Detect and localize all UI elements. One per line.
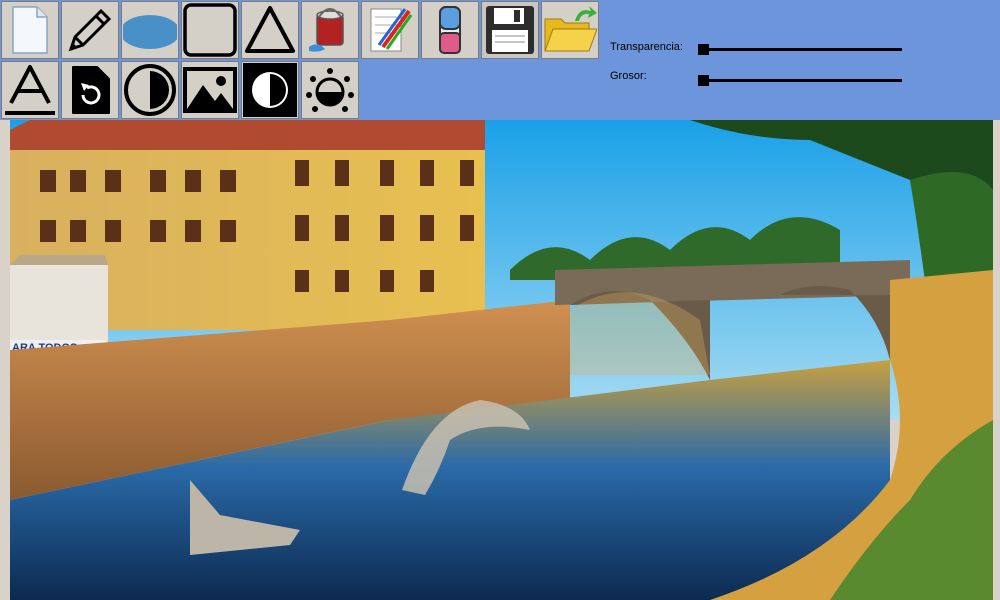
thickness-slider[interactable] xyxy=(698,73,904,87)
rotate-icon xyxy=(72,66,110,114)
text-icon xyxy=(5,65,55,115)
paint-bucket-icon xyxy=(309,8,344,52)
transparency-label: Transparencia: xyxy=(610,41,683,53)
pencil-button[interactable] xyxy=(61,1,119,59)
transparency-slider-knob[interactable] xyxy=(698,44,709,55)
contrast-icon xyxy=(124,64,176,116)
image-button[interactable] xyxy=(181,61,239,119)
thickness-label: Grosor: xyxy=(610,70,647,82)
open-folder-button[interactable] xyxy=(541,1,599,59)
drawing-canvas[interactable]: ARA TODOS xyxy=(0,120,1000,600)
invert-icon xyxy=(243,63,297,117)
image-icon xyxy=(183,67,237,113)
text-button[interactable] xyxy=(1,61,59,119)
eraser-button[interactable] xyxy=(421,1,479,59)
transparency-slider[interactable] xyxy=(698,42,904,56)
rectangle-button[interactable] xyxy=(181,1,239,59)
invert-button[interactable] xyxy=(241,61,299,119)
color-palette-icon xyxy=(370,8,413,52)
new-file-button[interactable] xyxy=(1,1,59,59)
contrast-button[interactable] xyxy=(121,61,179,119)
triangle-button[interactable] xyxy=(241,1,299,59)
color-palette-button[interactable] xyxy=(361,1,419,59)
ellipse-button[interactable] xyxy=(121,1,179,59)
pencil-icon xyxy=(68,8,112,52)
thickness-slider-knob[interactable] xyxy=(698,75,709,86)
brightness-button[interactable] xyxy=(301,61,359,119)
paint-bucket-button[interactable] xyxy=(301,1,359,59)
rectangle-icon xyxy=(183,3,237,57)
toolbar: Transparencia: Grosor: xyxy=(0,0,1000,120)
eraser-icon xyxy=(439,6,461,54)
open-folder-icon xyxy=(544,6,597,52)
save-icon xyxy=(486,6,534,54)
ellipse-icon xyxy=(123,15,177,49)
rotate-button[interactable] xyxy=(61,61,119,119)
brightness-icon xyxy=(306,68,354,112)
new-file-icon xyxy=(12,6,48,54)
save-button[interactable] xyxy=(481,1,539,59)
triangle-icon xyxy=(245,6,295,53)
canvas-image: ARA TODOS xyxy=(10,120,993,600)
